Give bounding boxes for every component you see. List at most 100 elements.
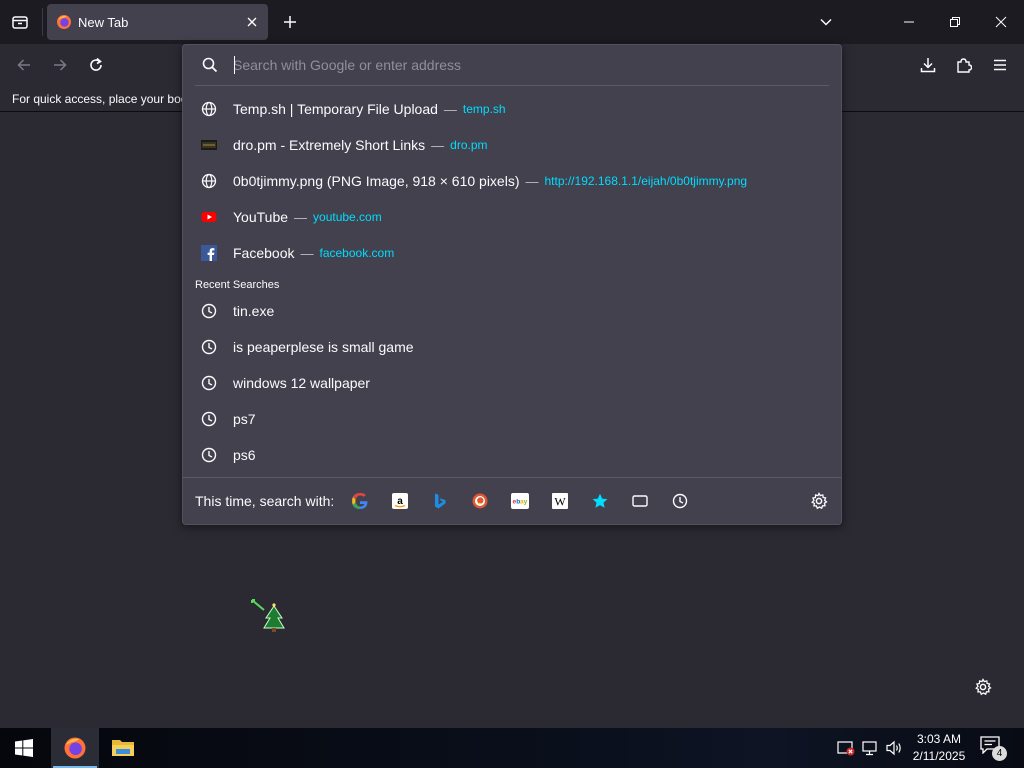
result-title: dro.pm - Extremely Short Links [233,137,426,153]
result-url: temp.sh [462,102,506,116]
network-icon[interactable] [861,738,881,758]
history-icon [201,303,217,319]
google-icon[interactable] [348,489,372,513]
ebay-icon[interactable]: e b a y [508,489,532,513]
result-separator: — [443,101,457,117]
back-arrow-icon [17,59,30,71]
tabs-icon[interactable] [628,489,652,513]
duckduckgo-icon[interactable] [468,489,492,513]
result-row-temp-sh[interactable]: Temp.sh | Temporary File Upload — temp.s… [183,91,841,127]
new-tab-button[interactable] [278,10,302,34]
minimize-button[interactable] [897,10,921,34]
close-icon [995,16,1007,28]
recent-search-row[interactable]: tin.exe [183,293,841,329]
history-icon [201,375,217,391]
firefox-view-button[interactable] [8,10,32,34]
bookmarks-star-icon[interactable] [588,489,612,513]
one-off-label: This time, search with: [195,493,335,509]
svg-text:a: a [397,496,403,507]
extensions-button[interactable] [951,52,977,78]
svg-text:y: y [524,499,528,506]
restore-icon [950,17,960,27]
list-all-tabs-button[interactable] [814,10,838,34]
windows-logo-icon [15,739,33,757]
recent-search-text: ps7 [233,411,256,427]
windows-taskbar: 3:03 AM 2/11/2025 4 [0,728,1024,768]
bookmarks-empty-message: For quick access, place your boo [12,92,188,106]
history-icon [201,411,217,427]
security-alert-icon[interactable] [836,738,856,758]
result-separator: — [294,209,308,225]
downloads-button[interactable] [915,52,941,78]
restore-button[interactable] [943,10,967,34]
recent-search-row[interactable]: is peaperplese is small game [183,329,841,365]
one-off-search-buttons: This time, search with: a e b a y W [183,478,841,524]
recent-search-text: ps6 [233,447,256,463]
taskbar-file-explorer[interactable] [99,728,147,768]
firefox-icon [64,737,86,759]
recent-search-row[interactable]: ps7 [183,401,841,437]
start-button[interactable] [0,728,48,768]
recent-search-row[interactable]: windows 12 wallpaper [183,365,841,401]
result-row-dro-pm[interactable]: dro.pm - Extremely Short Links — dro.pm [183,127,841,163]
recent-search-text: windows 12 wallpaper [233,375,370,391]
tab-strip: New Tab [0,0,1024,44]
hamburger-icon [994,59,1006,71]
recent-search-row[interactable]: ps6 [183,437,841,473]
urlbar-divider [195,85,829,86]
facebook-icon [201,245,217,261]
tab-separator [42,8,43,36]
firefox-view-icon [12,16,28,29]
action-center-button[interactable]: 4 [980,736,1008,761]
download-icon [920,58,936,73]
app-menu-button[interactable] [987,52,1013,78]
clock-time: 3:03 AM [916,732,962,746]
urlbar-input-row [183,45,841,85]
result-url: http://192.168.1.1/eijah/0b0tjimmy.png [544,174,748,188]
personalize-new-tab-button[interactable] [972,676,994,698]
tab-new-tab[interactable]: New Tab [47,4,268,40]
text-caret [234,56,235,74]
tab-title: New Tab [78,14,129,30]
search-settings-button[interactable] [807,489,831,513]
minimize-icon [904,21,914,23]
urlbar-results: Temp.sh | Temporary File Upload — temp.s… [183,91,841,473]
history-icon[interactable] [668,489,692,513]
close-window-button[interactable] [989,10,1013,34]
globe-icon [201,173,217,189]
result-separator: — [431,137,445,153]
result-url: dro.pm [450,138,488,152]
history-icon [201,447,217,463]
clock-date: 2/11/2025 [912,749,966,763]
taskbar-firefox[interactable] [51,728,99,768]
result-row-facebook[interactable]: Facebook — facebook.com [183,235,841,271]
result-title: Facebook [233,245,295,261]
globe-icon [201,101,217,117]
forward-arrow-icon [54,59,67,71]
bing-icon[interactable] [428,489,452,513]
firefox-icon [56,14,72,30]
result-url: facebook.com [319,246,395,260]
urlbar-popup: Temp.sh | Temporary File Upload — temp.s… [182,44,842,525]
svg-text:W: W [555,495,567,509]
result-row-youtube[interactable]: YouTube — youtube.com [183,199,841,235]
result-separator: — [300,245,314,261]
wikipedia-icon[interactable]: W [548,489,572,513]
reload-button[interactable] [83,52,109,78]
chevron-down-icon [820,18,832,26]
forward-button[interactable] [47,52,73,78]
result-row-0b0tjimmy-png[interactable]: 0b0tjimmy.png (PNG Image, 918 × 610 pixe… [183,163,841,199]
address-bar-input[interactable] [233,54,813,76]
close-icon[interactable] [244,14,260,30]
back-button[interactable] [11,52,37,78]
volume-icon[interactable] [884,738,904,758]
recent-search-text: tin.exe [233,303,275,319]
puzzle-icon [957,58,972,73]
folder-icon [112,740,134,756]
youtube-icon [201,209,217,225]
amazon-icon[interactable]: a [388,489,412,513]
notification-count-badge: 4 [992,746,1007,761]
system-clock[interactable]: 3:03 AM 2/11/2025 [906,731,972,765]
history-icon [201,339,217,355]
gear-icon [975,678,992,696]
